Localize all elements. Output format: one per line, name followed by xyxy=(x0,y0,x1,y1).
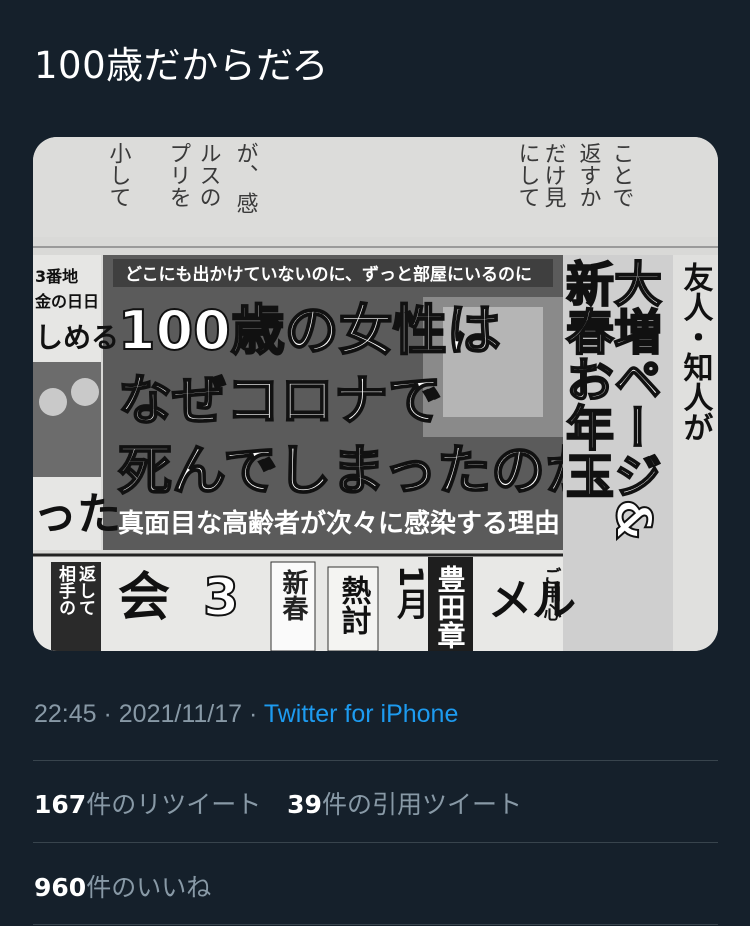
bottom-text-5: 1月 xyxy=(392,565,430,619)
tweet-date: 2021/11/17 xyxy=(118,700,243,728)
paper-col-6: プリを xyxy=(166,142,191,208)
tweet-time: 22:45 xyxy=(34,700,97,728)
bottom-text-7: メル xyxy=(488,575,576,626)
paper-col-4: にして xyxy=(515,142,540,208)
meta-separator-2: · xyxy=(242,700,264,728)
tweet-photo[interactable]: だけ見 ことで 返すか にして ルスの プリを 小して が、 感 どこにも出かけ… xyxy=(33,137,718,651)
quotes-count: 39 xyxy=(287,790,322,819)
headline-line-3: 死んでしまったのか xyxy=(118,439,599,502)
paper-col-2: ことで xyxy=(609,142,634,208)
headline-line-2: なぜコロナで xyxy=(118,369,442,432)
newspaper-photo: だけ見 ことで 返すか にして ルスの プリを 小して が、 感 どこにも出かけ… xyxy=(33,137,718,651)
lead-text: どこにも出かけていないのに、ずっと部屋にいるのに xyxy=(125,264,532,285)
retweets-stat[interactable]: 167件のリツイート xyxy=(34,790,261,819)
right-side-text: 友人・知人が xyxy=(678,262,714,442)
right-big-headline: 大増ページ& xyxy=(605,259,662,541)
left-text-2: 金の日日 xyxy=(34,292,99,311)
headline-line-1: 100歳の女性は xyxy=(118,299,501,362)
tweet-text: 100歳だからだろ xyxy=(34,44,329,87)
left-text-3: しめる xyxy=(35,321,119,354)
stats-row-retweets: 167件のリツイート 39件の引用ツイート xyxy=(34,785,540,821)
bottom-text-6: 豊田章 xyxy=(434,565,467,649)
likes-label: 件のいいね xyxy=(86,873,212,902)
left-text-4: った xyxy=(33,489,121,540)
quotes-stat[interactable]: 39件の引用ツイート xyxy=(287,790,522,819)
tweet-meta: 22:45 · 2021/11/17 · Twitter for iPhone xyxy=(34,700,458,729)
bottom-text-2: 3 xyxy=(203,568,239,628)
paper-col-5: ルスの xyxy=(196,142,221,208)
bottom-text-10: 返して xyxy=(75,565,96,616)
right-big-headline-2: 新春お年玉 xyxy=(557,259,614,499)
retweets-count: 167 xyxy=(34,790,87,819)
bottom-text-3: 新春 xyxy=(278,568,308,621)
stats-row-likes: 960件のいいね xyxy=(34,868,229,904)
retweets-label: 件のリツイート xyxy=(86,790,262,819)
left-text-1: 3番地 xyxy=(35,267,78,286)
tweet-source-link[interactable]: Twitter for iPhone xyxy=(264,700,459,728)
paper-col-3: 返すか xyxy=(576,142,602,208)
divider-bottom xyxy=(33,924,718,925)
quotes-label: 件の引用ツイート xyxy=(321,790,522,819)
bottom-text-9: 相手の xyxy=(55,564,76,616)
paper-col-9: 感 xyxy=(233,192,259,214)
bottom-text-4: 熱討 xyxy=(336,575,372,635)
divider-top xyxy=(33,760,718,761)
paper-col-1: だけ見 xyxy=(541,142,567,208)
bottom-text-8: ご用心 xyxy=(541,566,562,621)
likes-stat[interactable]: 960件のいいね xyxy=(34,873,211,902)
bottom-text-1: 会 xyxy=(118,568,170,628)
divider-middle xyxy=(33,842,718,843)
meta-separator: · xyxy=(96,700,119,728)
paper-col-7: 小して xyxy=(106,142,132,208)
likes-count: 960 xyxy=(34,873,87,902)
paper-col-8: が、 xyxy=(233,142,258,186)
subhead: 真面目な高齢者が次々に感染する理由 xyxy=(118,508,560,539)
